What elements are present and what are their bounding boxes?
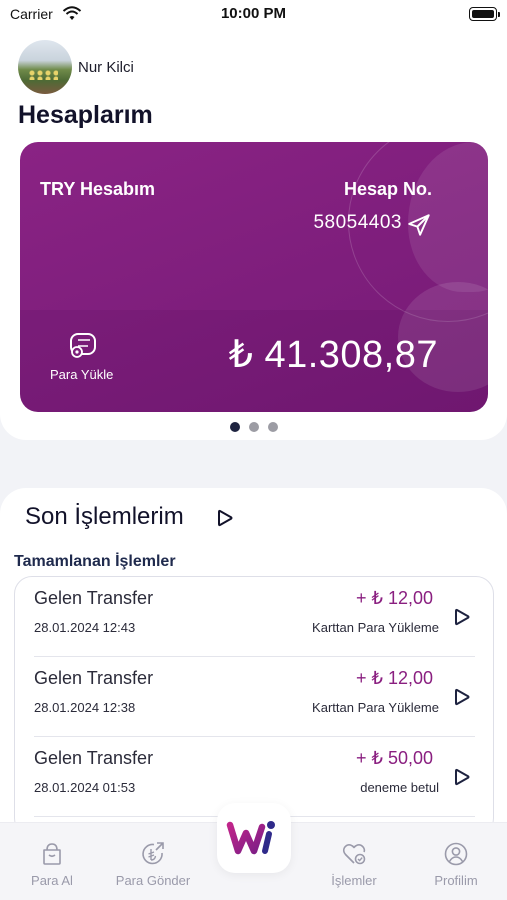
nav-label: Para Al — [31, 873, 73, 888]
avatar[interactable] — [18, 40, 72, 94]
transaction-description: Karttan Para Yükleme — [312, 620, 439, 635]
nav-item-islemler[interactable]: İşlemler — [304, 823, 404, 900]
pager-dot[interactable] — [267, 422, 278, 432]
status-time: 10:00 PM — [220, 5, 287, 22]
transaction-amount: + ₺ 50,00 — [355, 748, 433, 768]
nav-item-para-gonder[interactable]: Para Gönder — [103, 823, 203, 900]
nav-item-para-al[interactable]: Para Al — [2, 823, 102, 900]
nav-label: Profilim — [434, 873, 478, 888]
play-icon[interactable] — [214, 507, 236, 529]
transaction-name: Gelen Transfer — [34, 668, 154, 688]
home-logo-button[interactable] — [217, 803, 291, 873]
transaction-date: 28.01.2024 12:43 — [34, 620, 136, 635]
battery-icon — [469, 7, 500, 21]
transaction-description: Karttan Para Yükleme — [312, 700, 439, 715]
transaction-list: Gelen Transfer 28.01.2024 12:43 + ₺ 12,0… — [14, 576, 494, 836]
transaction-row[interactable]: Gelen Transfer 28.01.2024 12:38 + ₺ 12,0… — [15, 657, 493, 737]
wallet-icon — [43, 843, 61, 865]
user-icon — [444, 842, 468, 866]
transaction-amount: + ₺ 12,00 — [355, 588, 433, 608]
pager-dot[interactable] — [248, 422, 259, 432]
account-card[interactable]: TRY Hesabım Hesap No. 58054403 Para Yükl… — [20, 142, 488, 412]
pager-dot[interactable] — [229, 422, 240, 432]
card-pager[interactable] — [0, 422, 507, 432]
account-number-label: Hesap No. — [343, 179, 432, 199]
load-money-label[interactable]: Para Yükle — [50, 367, 113, 382]
accounts-title: Hesaplarım — [18, 101, 153, 129]
transactions-title[interactable]: Son İşlemlerim — [25, 503, 184, 531]
transaction-date: 28.01.2024 01:53 — [34, 780, 136, 795]
transaction-date: 28.01.2024 12:38 — [34, 700, 136, 715]
status-bar: Carrier 10:00 PM — [0, 0, 507, 30]
nav-label: İşlemler — [331, 873, 377, 888]
nav-label: Para Gönder — [115, 873, 191, 888]
share-icon[interactable] — [406, 212, 432, 238]
play-icon[interactable] — [451, 766, 473, 788]
load-money-icon[interactable] — [68, 330, 100, 360]
play-icon[interactable] — [451, 606, 473, 628]
play-icon[interactable] — [451, 686, 473, 708]
transaction-amount: + ₺ 12,00 — [355, 668, 433, 688]
completed-transactions-label: Tamamlanan İşlemler — [14, 553, 176, 570]
account-number: 58054403 — [313, 212, 402, 233]
transaction-name: Gelen Transfer — [34, 748, 154, 768]
app-logo-icon — [226, 821, 275, 855]
nav-item-profilim[interactable]: Profilim — [406, 823, 506, 900]
transactions-icon — [342, 843, 366, 865]
user-name: Nur Kilci — [78, 59, 134, 76]
transaction-name: Gelen Transfer — [34, 588, 154, 608]
transaction-description: deneme betul — [360, 780, 439, 795]
send-money-icon — [142, 842, 164, 865]
account-balance: ₺ 41.308,87 — [228, 334, 438, 376]
transaction-row[interactable]: Gelen Transfer 28.01.2024 12:43 + ₺ 12,0… — [15, 577, 493, 657]
account-name: TRY Hesabım — [40, 179, 156, 199]
